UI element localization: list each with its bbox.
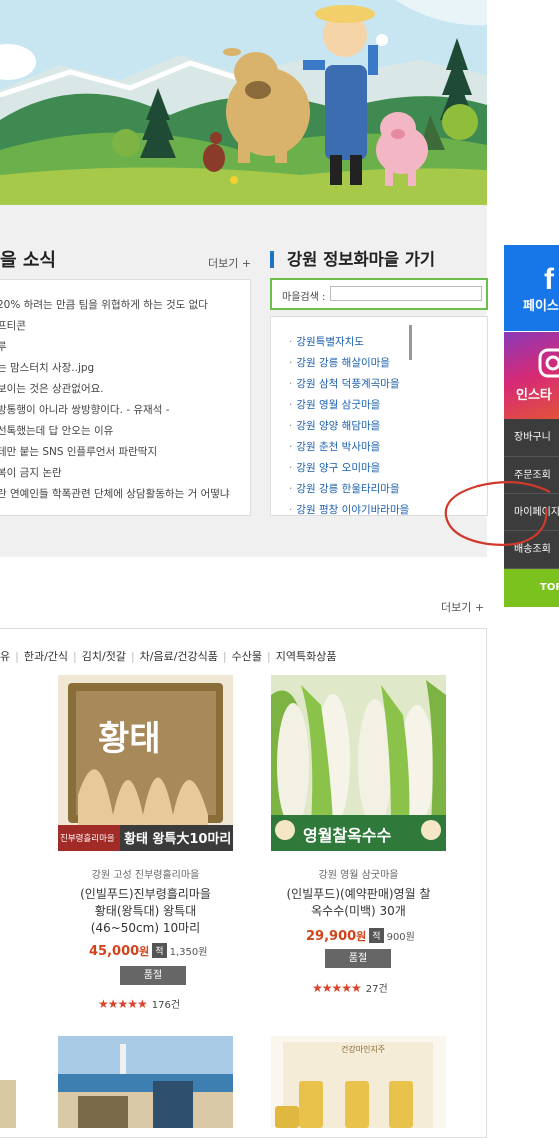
category-tabs: 유 | 한과/간식 | 김치/젓갈 | 차/음료/건강식품 | 수산물 | 지역특화상품 bbox=[0, 650, 337, 663]
news-item[interactable]: 20% 하려는 만큼 팀을 위협하게 하는 것도 없다 bbox=[0, 297, 208, 312]
product-image-corn[interactable]: 영월찰옥수수 bbox=[271, 675, 446, 851]
news-item[interactable]: 복이 금지 논란 bbox=[0, 465, 62, 480]
category-tab[interactable]: 한과/간식 bbox=[24, 650, 68, 663]
product-image-partial[interactable] bbox=[0, 1080, 16, 1128]
points-badge: 적 bbox=[152, 943, 167, 958]
village-search-box: 마을검색 : bbox=[270, 278, 488, 310]
section-accent-bar bbox=[270, 251, 274, 268]
news-section-title: 을 소식 bbox=[0, 250, 56, 271]
village-link[interactable]: 강원 영월 삼굿마을 bbox=[289, 397, 380, 412]
product-name[interactable]: (인빌푸드)진부령흘리마을 황태(왕특대) 왕특대 (46~50cm) 10마리 bbox=[48, 886, 243, 937]
category-tab[interactable]: 유 bbox=[0, 650, 10, 663]
news-item[interactable]: 루 bbox=[0, 339, 7, 354]
facebook-label: 페이스 bbox=[523, 299, 559, 314]
village-link[interactable]: 강원특별자치도 bbox=[289, 334, 364, 349]
village-search-input[interactable] bbox=[330, 286, 482, 301]
news-item[interactable]: 방통행이 아니라 쌍방향이다. - 유재석 - bbox=[0, 402, 170, 417]
product-price: 29,900원 적 900원 bbox=[306, 928, 415, 944]
facebook-icon: f bbox=[544, 263, 555, 296]
rating-stars: ★★★★★ bbox=[312, 981, 362, 995]
review-count: 27건 bbox=[365, 984, 388, 995]
product-name[interactable]: (인빌푸드)(예약판매)영월 찰 옥수수(미백) 30개 bbox=[261, 886, 456, 920]
news-item[interactable]: 테만 붙는 SNS 인플루언서 파란딱지 bbox=[0, 444, 157, 459]
village-link[interactable]: 강원 삼척 덕풍계곡마을 bbox=[289, 376, 399, 391]
news-item[interactable]: 란 연예인들 학폭관련 단체에 상담활동하는 거 어떻냐 bbox=[0, 486, 230, 501]
points-value: 1,350원 bbox=[169, 947, 208, 958]
soldout-badge: 품절 bbox=[325, 949, 391, 968]
dried-pollack-image: 황태 bbox=[58, 683, 233, 851]
scroll-top-button[interactable]: TOP bbox=[504, 569, 559, 607]
product-region: 강원 영월 삼굿마을 bbox=[318, 870, 399, 881]
news-item[interactable]: 는 맘스터치 사장..jpg bbox=[0, 360, 94, 375]
soldout-badge: 품절 bbox=[120, 966, 186, 985]
village-link[interactable]: 강원 춘천 박사마을 bbox=[289, 439, 380, 454]
category-tab[interactable]: 지역특화상품 bbox=[276, 650, 337, 663]
image-label: 건강마인지주 bbox=[341, 1045, 386, 1054]
village-list-scrollbar[interactable] bbox=[409, 325, 412, 360]
village-link[interactable]: 강원 강릉 해살이마을 bbox=[289, 355, 390, 370]
points-value: 900원 bbox=[386, 932, 415, 943]
beach-product-image bbox=[58, 1036, 233, 1128]
product-rating: ★★★★★ 176건 bbox=[98, 996, 180, 1011]
product-price: 45,000원 적 1,350원 bbox=[89, 943, 208, 959]
product-region: 강원 고성 진부령흘리마을 bbox=[91, 870, 200, 881]
box-title-text: 황태 bbox=[98, 719, 161, 759]
news-more-link[interactable]: 더보기 + bbox=[208, 255, 251, 271]
village-link[interactable]: 강원 양양 해담마을 bbox=[289, 418, 380, 433]
review-count: 176건 bbox=[151, 1000, 181, 1011]
category-tab[interactable]: 차/음료/건강식품 bbox=[140, 650, 218, 663]
news-item[interactable]: 보이는 것은 상관없어요. bbox=[0, 381, 104, 396]
village-section-title: 강원 정보화마을 가기 bbox=[287, 250, 436, 269]
village-link[interactable]: 강원 양구 오미마을 bbox=[289, 460, 380, 475]
facebook-link[interactable]: f 페이스 bbox=[504, 245, 559, 331]
instagram-link[interactable]: 인스타 bbox=[504, 332, 559, 419]
news-item[interactable]: 선톡했는데 답 안오는 이유 bbox=[0, 423, 113, 438]
news-item[interactable]: 프티콘 bbox=[0, 318, 26, 333]
category-tab[interactable]: 김치/젓갈 bbox=[82, 650, 126, 663]
cart-link[interactable]: 장바구니 bbox=[504, 419, 559, 457]
points-badge: 적 bbox=[369, 928, 384, 943]
village-link[interactable]: 강원 평창 이야기바라마을 bbox=[289, 502, 409, 515]
news-list: 20% 하려는 만큼 팀을 위협하게 하는 것도 없다 프티콘 루 는 맘스터치… bbox=[0, 279, 251, 516]
product-image-seafood[interactable] bbox=[58, 1036, 233, 1128]
rating-stars: ★★★★★ bbox=[98, 997, 148, 1011]
category-tab[interactable]: 수산물 bbox=[232, 650, 262, 663]
image-caption: 황태 왕특大10마리 bbox=[124, 832, 232, 847]
image-caption: 영월찰옥수수 bbox=[303, 826, 392, 845]
farm-illustration bbox=[0, 0, 487, 205]
instagram-icon bbox=[538, 348, 559, 378]
village-link[interactable]: 강원 강릉 한울타리마을 bbox=[289, 481, 399, 496]
annotation-circle-mark bbox=[444, 481, 551, 546]
svg-text:f: f bbox=[544, 263, 555, 296]
instagram-label: 인스타 bbox=[516, 388, 552, 403]
product-image-tea[interactable]: 건강마인지주 bbox=[271, 1036, 446, 1128]
image-badge: 진부령흘리마을 bbox=[60, 834, 115, 844]
hero-banner-illustration bbox=[0, 0, 487, 205]
product-rating: ★★★★★ 27건 bbox=[312, 980, 388, 995]
village-search-label: 마을검색 : bbox=[282, 292, 326, 303]
products-more-link[interactable]: 더보기 + bbox=[441, 599, 484, 615]
product-image-hwangtae[interactable]: 황태 진부령흘리마을 황태 왕특大10마리 bbox=[58, 675, 233, 851]
